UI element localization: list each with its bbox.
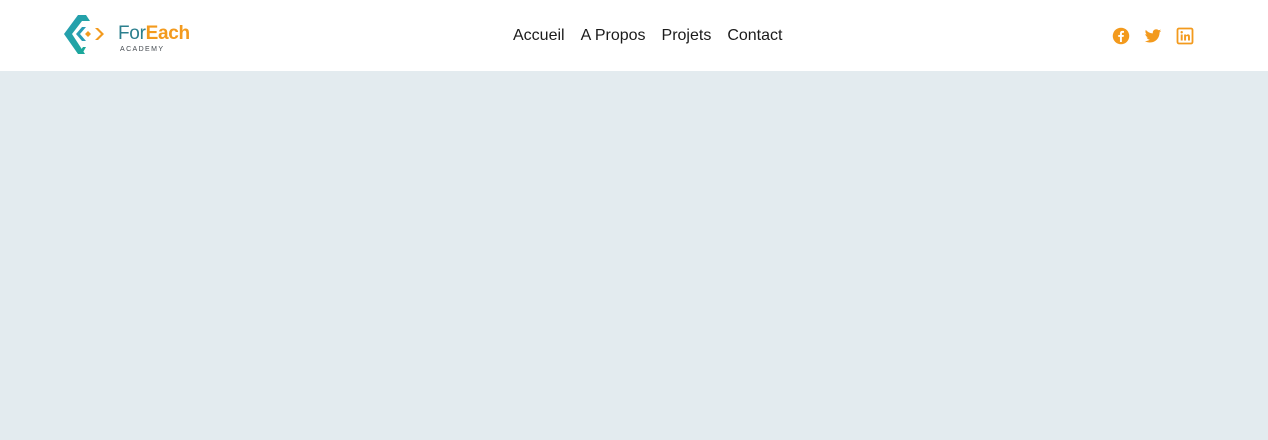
- brand-name-part2: Each: [145, 23, 191, 44]
- twitter-link[interactable]: [1144, 27, 1162, 45]
- linkedin-icon: [1176, 27, 1194, 45]
- linkedin-link[interactable]: [1176, 27, 1194, 45]
- brand-name-part1: For: [118, 23, 146, 44]
- brand-name: ForEach: [118, 23, 190, 45]
- facebook-icon: [1112, 27, 1130, 45]
- social-links: [1112, 26, 1194, 46]
- navbar: ForEach ACADEMY Accueil A Propos Projets…: [0, 0, 1268, 71]
- brand-tagline: ACADEMY: [120, 46, 165, 53]
- nav-link-accueil[interactable]: Accueil: [505, 25, 573, 47]
- nav-link-projets[interactable]: Projets: [654, 25, 720, 47]
- foreach-logo-icon: [64, 15, 104, 54]
- nav-link-a-propos[interactable]: A Propos: [573, 25, 654, 47]
- hero-section: [0, 71, 1268, 440]
- nav-link-contact[interactable]: Contact: [719, 25, 790, 47]
- main-nav: Accueil A Propos Projets Contact: [505, 25, 790, 47]
- brand-logo-link[interactable]: ForEach ACADEMY: [62, 14, 192, 58]
- twitter-icon: [1144, 29, 1162, 43]
- facebook-link[interactable]: [1112, 27, 1130, 45]
